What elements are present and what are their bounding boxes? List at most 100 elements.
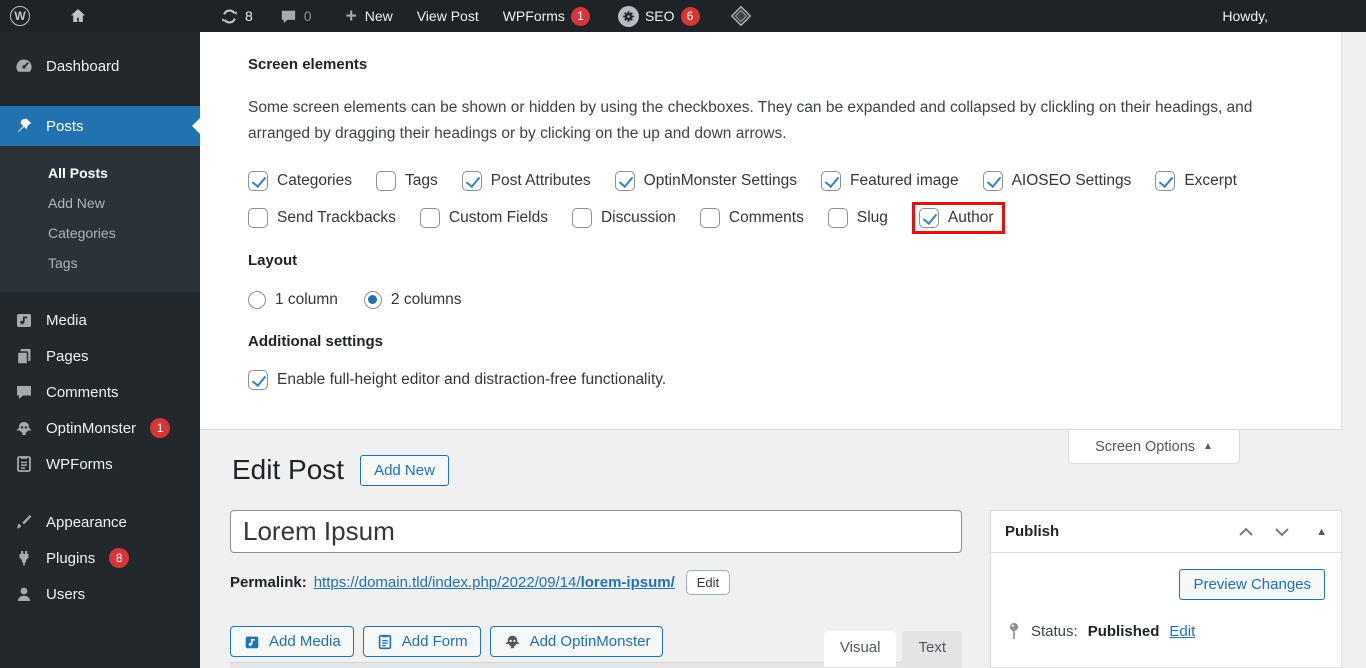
submenu-tags[interactable]: Tags (0, 248, 200, 278)
screen-elements-row-2: Send Trackbacks Custom Fields Discussion… (248, 202, 1305, 234)
new-content-button[interactable]: + New (336, 0, 403, 32)
plus-icon: + (345, 5, 357, 27)
checkbox-checked-icon (248, 171, 268, 191)
permalink-label: Permalink: (230, 574, 307, 591)
paintbrush-icon (14, 512, 34, 532)
publish-panel: Publish ▲ Preview Changes Status: Publis… (990, 510, 1342, 668)
sidebar-item-appearance[interactable]: Appearance (0, 504, 200, 540)
tab-visual[interactable]: Visual (823, 631, 897, 667)
submenu-categories[interactable]: Categories (0, 218, 200, 248)
seo-score-button[interactable] (720, 0, 762, 32)
checkbox-tags[interactable]: Tags (375, 171, 438, 191)
sidebar-item-users[interactable]: Users (0, 576, 200, 612)
submenu-all-posts[interactable]: All Posts (0, 158, 200, 188)
sidebar-item-dashboard[interactable]: Dashboard (0, 48, 200, 84)
view-post-button[interactable]: View Post (407, 0, 489, 32)
radio-1-column[interactable]: 1 column (248, 291, 338, 309)
add-optinmonster-button[interactable]: Add OptinMonster (489, 626, 664, 657)
posts-submenu: All Posts Add New Categories Tags (0, 146, 200, 292)
checkbox-unchecked-icon (419, 208, 440, 228)
add-new-button[interactable]: Add New (360, 454, 449, 486)
checkbox-comments[interactable]: Comments (699, 208, 804, 228)
submenu-add-new[interactable]: Add New (0, 188, 200, 218)
permalink-row: Permalink: https://domain.tld/index.php/… (230, 570, 962, 595)
checkbox-unchecked-icon (699, 208, 720, 228)
sidebar-item-plugins[interactable]: Plugins 8 (0, 540, 200, 576)
checkbox-discussion[interactable]: Discussion (571, 208, 676, 228)
sidebar-item-posts[interactable]: Posts (0, 106, 200, 146)
sidebar-item-pages[interactable]: Pages (0, 338, 200, 374)
pages-icon (14, 346, 34, 366)
status-value: Published (1087, 622, 1160, 640)
permalink-url-link[interactable]: https://domain.tld/index.php/2022/09/14/… (314, 574, 675, 591)
media-buttons-row: Add Media Add Form Add OptinMonster (230, 626, 664, 657)
admin-bar: W 8 0 + New View Post WPForms 1 SEO 6 Ho… (0, 0, 1366, 32)
page-title: Edit Post (232, 454, 345, 485)
checkbox-optinmonster-settings[interactable]: OptinMonster Settings (614, 171, 797, 191)
screen-options-toggle-tab[interactable]: Screen Options ▲ (1068, 430, 1240, 464)
editor-mode-tabs: Visual Text (823, 631, 962, 667)
screen-elements-row-1: Categories Tags Post Attributes OptinMon… (248, 171, 1305, 191)
add-form-button[interactable]: Add Form (362, 626, 481, 657)
wpforms-notification-badge: 1 (570, 6, 590, 26)
sidebar-item-optinmonster[interactable]: OptinMonster 1 (0, 410, 200, 446)
add-media-icon (243, 633, 261, 651)
sidebar-item-media[interactable]: Media (0, 302, 200, 338)
checkbox-categories[interactable]: Categories (248, 171, 352, 191)
checkbox-post-attributes[interactable]: Post Attributes (461, 171, 591, 191)
move-down-icon[interactable] (1274, 527, 1290, 537)
checkbox-aioseo-settings[interactable]: AIOSEO Settings (982, 171, 1131, 191)
seo-adminbar-button[interactable]: SEO 6 (608, 0, 710, 32)
gauge-icon (14, 56, 34, 76)
checkbox-fullheight-editor[interactable]: Enable full-height editor and distractio… (248, 370, 666, 390)
comments-button[interactable]: 0 (269, 0, 322, 32)
wordpress-menu-button[interactable]: W (0, 0, 40, 32)
publish-panel-header[interactable]: Publish ▲ (991, 511, 1341, 553)
checkbox-checked-icon (614, 171, 635, 191)
site-home-button[interactable] (58, 0, 98, 32)
radio-2-columns[interactable]: 2 columns (363, 291, 462, 309)
panel-toggle-icon[interactable]: ▲ (1316, 526, 1327, 538)
preview-changes-button[interactable]: Preview Changes (1179, 569, 1325, 600)
checkbox-excerpt[interactable]: Excerpt (1155, 171, 1237, 191)
updates-button[interactable]: 8 (210, 0, 263, 32)
sidebar-item-comments[interactable]: Comments (0, 374, 200, 410)
checkbox-unchecked-icon (571, 208, 592, 228)
checkbox-unchecked-icon (827, 208, 848, 228)
additional-settings-heading: Additional settings (248, 333, 383, 350)
status-edit-link[interactable]: Edit (1169, 623, 1195, 640)
howdy-account-button[interactable]: Howdy, (1212, 0, 1366, 32)
wordpress-logo-icon: W (10, 6, 30, 26)
checkbox-checked-icon (821, 171, 842, 191)
checkbox-send-trackbacks[interactable]: Send Trackbacks (248, 208, 396, 228)
move-up-icon[interactable] (1238, 527, 1254, 537)
checkbox-featured-image[interactable]: Featured image (821, 171, 959, 191)
pushpin-icon (14, 116, 34, 136)
optinmonster-icon (14, 418, 34, 438)
permalink-edit-button[interactable]: Edit (685, 570, 731, 595)
checkbox-checked-icon (918, 208, 939, 228)
checkbox-custom-fields[interactable]: Custom Fields (419, 208, 548, 228)
tab-text[interactable]: Text (902, 631, 962, 667)
seo-score-diamond-icon (730, 5, 752, 27)
checkbox-slug[interactable]: Slug (827, 208, 888, 228)
sidebar-item-wpforms[interactable]: WPForms (0, 446, 200, 482)
layout-heading: Layout (248, 252, 298, 269)
updates-icon (220, 7, 239, 26)
home-icon (68, 6, 88, 26)
author-highlight-box: Author (911, 202, 1005, 234)
plug-icon (14, 548, 34, 568)
wpforms-adminbar-button[interactable]: WPForms 1 (493, 0, 600, 32)
checkbox-unchecked-icon (248, 208, 268, 228)
checkbox-checked-icon (461, 171, 482, 191)
add-media-button[interactable]: Add Media (230, 626, 354, 657)
editor-column: Permalink: https://domain.tld/index.php/… (230, 510, 962, 668)
checkbox-author[interactable]: Author (918, 208, 994, 228)
menu-separator (0, 482, 200, 504)
add-form-icon (376, 633, 394, 651)
checkbox-checked-icon (1155, 171, 1176, 191)
screen-elements-description: Some screen elements can be shown or hid… (248, 99, 1253, 142)
add-optinmonster-icon (503, 632, 522, 651)
screen-elements-heading: Screen elements (248, 56, 368, 73)
post-title-input[interactable] (230, 510, 962, 553)
